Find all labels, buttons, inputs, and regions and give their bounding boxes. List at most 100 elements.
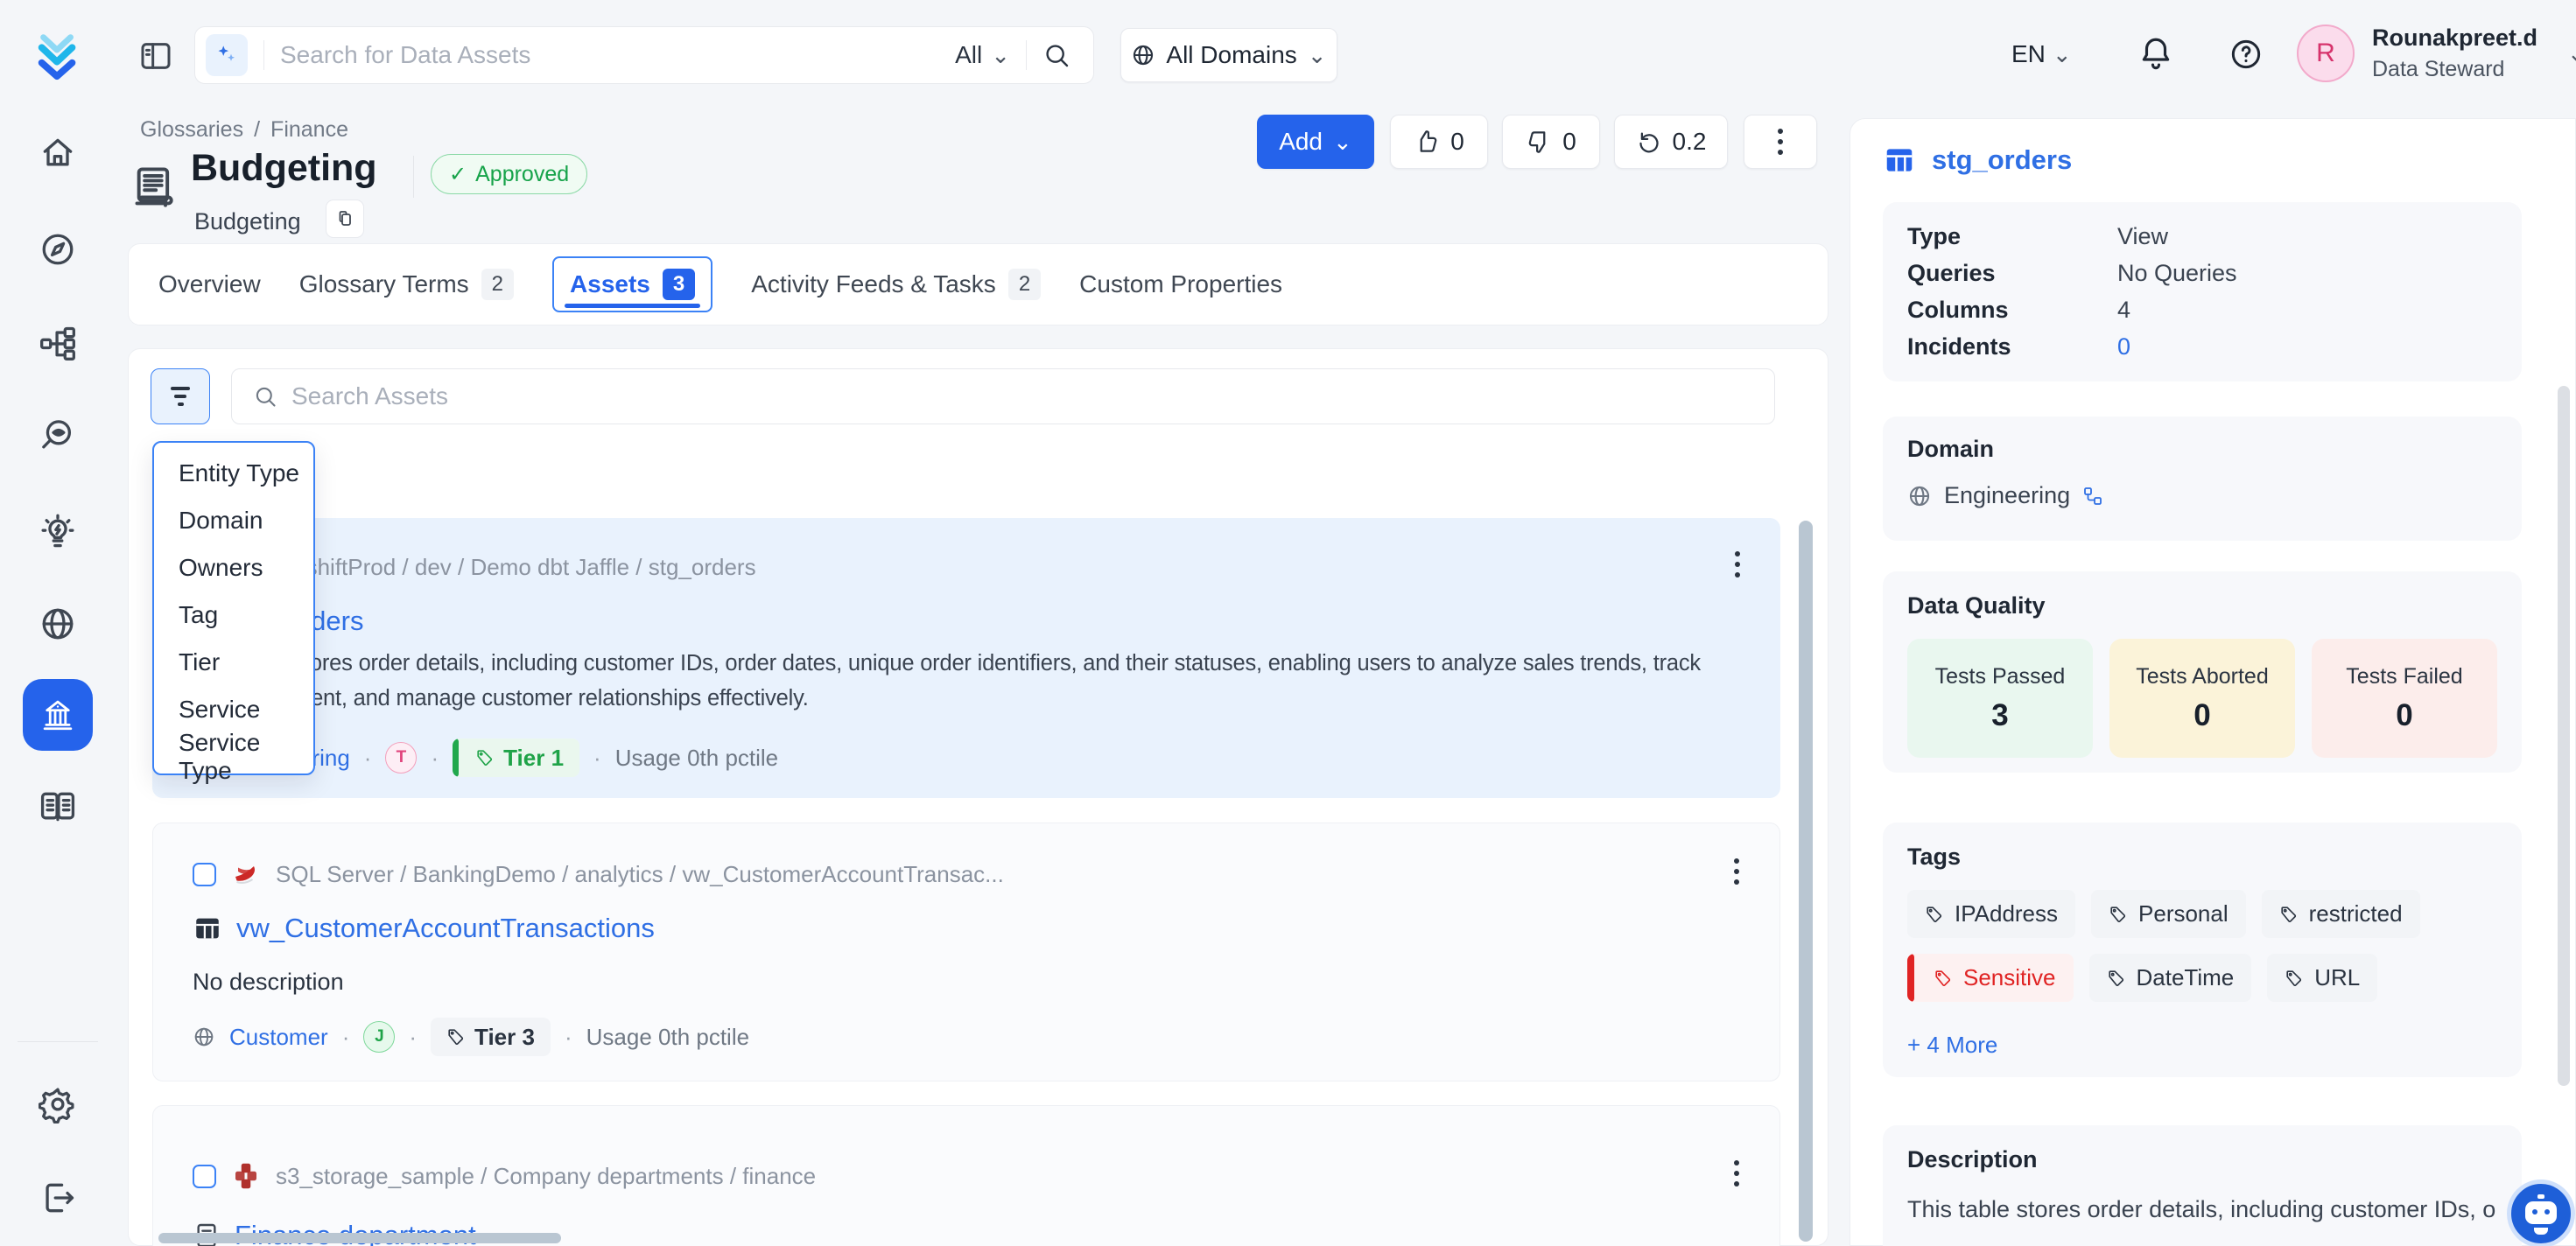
- filter-icon: [171, 387, 190, 390]
- tag-datetime[interactable]: DateTime: [2089, 954, 2252, 1002]
- search-scope-dropdown[interactable]: All ⌄: [955, 41, 1010, 69]
- language-selector[interactable]: EN ⌄: [2011, 40, 2072, 68]
- add-button[interactable]: Add ⌄: [1257, 115, 1374, 169]
- info-label: Type: [1907, 223, 2117, 250]
- panel-scrollbar[interactable]: [2558, 386, 2570, 1086]
- assets-search-input[interactable]: [291, 382, 1753, 410]
- ai-sparkles-icon[interactable]: [206, 34, 248, 76]
- assets-scrollbar-horizontal[interactable]: [158, 1233, 561, 1243]
- asset-path: SQL Server / BankingDemo / analytics / v…: [276, 861, 1004, 888]
- tab-glossary-terms[interactable]: Glossary Terms 2: [299, 269, 514, 300]
- breadcrumb-finance[interactable]: Finance: [270, 117, 348, 143]
- status-badge[interactable]: ✓ Approved: [431, 154, 587, 194]
- tags-more-link[interactable]: + 4 More: [1907, 1032, 2497, 1059]
- info-value: No Queries: [2117, 260, 2237, 287]
- asset-card-stg-orders[interactable]: redshiftProd / dev / Demo dbt Jaffle / s…: [152, 518, 1780, 798]
- asset-path: redshiftProd / dev / Demo dbt Jaffle / s…: [273, 554, 756, 581]
- asset-kebab-menu[interactable]: [1730, 546, 1745, 583]
- user-menu[interactable]: R Rounakpreet.d Data Steward ⌄: [2297, 24, 2576, 82]
- panel-asset-title[interactable]: stg_orders: [1932, 144, 2072, 176]
- discovery-icon[interactable]: [39, 416, 77, 455]
- global-search-bar[interactable]: All ⌄: [194, 26, 1094, 84]
- asset-name-link[interactable]: vw_CustomerAccountTransactions: [236, 913, 655, 944]
- upvote-button[interactable]: 0: [1390, 115, 1488, 169]
- menu-item-service[interactable]: Service: [154, 686, 313, 733]
- table-icon: [1883, 144, 1916, 177]
- explore-compass-icon[interactable]: [39, 230, 77, 269]
- chatbot-button[interactable]: [2507, 1180, 2575, 1246]
- menu-item-service-type[interactable]: Service Type: [154, 733, 313, 780]
- all-domains-selector[interactable]: All Domains ⌄: [1120, 28, 1337, 82]
- owner-avatar[interactable]: T: [385, 742, 417, 774]
- tag-ipaddress[interactable]: IPAddress: [1907, 890, 2075, 938]
- menu-item-tier[interactable]: Tier: [154, 639, 313, 686]
- menu-item-owners[interactable]: Owners: [154, 544, 313, 592]
- page-kebab-menu[interactable]: [1744, 115, 1817, 169]
- tag-icon: [475, 748, 495, 767]
- logout-icon[interactable]: [39, 1179, 77, 1217]
- info-label: Incidents: [1907, 333, 2117, 360]
- insights-icon[interactable]: [39, 513, 77, 551]
- tag-icon: [2279, 905, 2299, 924]
- tab-assets-active[interactable]: Assets 3: [552, 256, 712, 312]
- sidebar: [0, 0, 115, 1246]
- chevron-down-icon: ⌄: [991, 44, 1010, 66]
- asset-kebab-menu[interactable]: [1729, 853, 1744, 890]
- tag-personal[interactable]: Personal: [2091, 890, 2246, 938]
- tag-icon: [2285, 969, 2304, 988]
- info-label: Columns: [1907, 297, 2117, 324]
- menu-item-tag[interactable]: Tag: [154, 592, 313, 639]
- lineage-icon[interactable]: [39, 324, 77, 362]
- asset-card-finance-department[interactable]: s3_storage_sample / Company departments …: [152, 1105, 1780, 1246]
- settings-gear-icon[interactable]: [39, 1085, 77, 1124]
- help-icon[interactable]: [2229, 37, 2264, 72]
- breadcrumb-glossaries[interactable]: Glossaries: [140, 117, 243, 143]
- menu-item-domain[interactable]: Domain: [154, 497, 313, 544]
- global-search-input[interactable]: [280, 41, 939, 69]
- tab-overview[interactable]: Overview: [158, 270, 261, 298]
- assets-search-bar[interactable]: [231, 368, 1775, 424]
- domain-value-link[interactable]: Engineering: [1944, 482, 2070, 509]
- score-button[interactable]: 0.2: [1614, 115, 1728, 169]
- incidents-link[interactable]: 0: [2117, 333, 2130, 360]
- globe-icon: [1131, 43, 1155, 67]
- asset-checkbox[interactable]: [193, 1165, 216, 1188]
- asset-checkbox[interactable]: [193, 863, 216, 886]
- score-value: 0.2: [1673, 128, 1707, 156]
- tag-restricted[interactable]: restricted: [2262, 890, 2420, 938]
- asset-card-vw-customer[interactable]: SQL Server / BankingDemo / analytics / v…: [152, 822, 1780, 1082]
- active-tab-underline: [565, 304, 700, 308]
- home-icon[interactable]: [39, 134, 77, 172]
- owner-avatar[interactable]: J: [363, 1021, 395, 1053]
- copy-name-button[interactable]: [326, 200, 364, 238]
- docs-book-icon[interactable]: [39, 788, 77, 826]
- domain-heading: Domain: [1907, 436, 2497, 463]
- menu-item-entity-type[interactable]: Entity Type: [154, 450, 313, 497]
- downvote-button[interactable]: 0: [1502, 115, 1600, 169]
- sidebar-item-governance-active[interactable]: [23, 679, 93, 751]
- tag-sensitive[interactable]: Sensitive: [1907, 954, 2074, 1002]
- notifications-bell-icon[interactable]: [2137, 35, 2174, 72]
- tier-badge[interactable]: Tier 1: [453, 738, 579, 777]
- asset-domain-link[interactable]: Customer: [229, 1024, 328, 1051]
- filter-button[interactable]: [151, 368, 210, 424]
- tab-custom-properties[interactable]: Custom Properties: [1079, 270, 1282, 298]
- thumbs-up-icon: [1414, 129, 1440, 155]
- user-role: Data Steward: [2372, 57, 2537, 82]
- hierarchy-icon[interactable]: [2082, 486, 2103, 507]
- tier-bar: [453, 738, 459, 777]
- search-divider: [263, 40, 264, 70]
- sidebar-toggle-icon[interactable]: [138, 38, 173, 74]
- tag-url[interactable]: URL: [2267, 954, 2377, 1002]
- tab-activity-feeds[interactable]: Activity Feeds & Tasks 2: [751, 269, 1041, 300]
- tier-badge[interactable]: Tier 3: [431, 1018, 551, 1056]
- globe-icon: [193, 1026, 215, 1048]
- page-subtitle: Budgeting: [194, 208, 301, 235]
- search-icon[interactable]: [1042, 41, 1070, 69]
- domains-globe-icon[interactable]: [39, 605, 77, 643]
- data-quality-heading: Data Quality: [1907, 592, 2497, 620]
- asset-kebab-menu[interactable]: [1729, 1155, 1744, 1192]
- info-label: Queries: [1907, 260, 2117, 287]
- assets-scrollbar-vertical[interactable]: [1799, 521, 1813, 1242]
- globe-icon: [1907, 484, 1932, 508]
